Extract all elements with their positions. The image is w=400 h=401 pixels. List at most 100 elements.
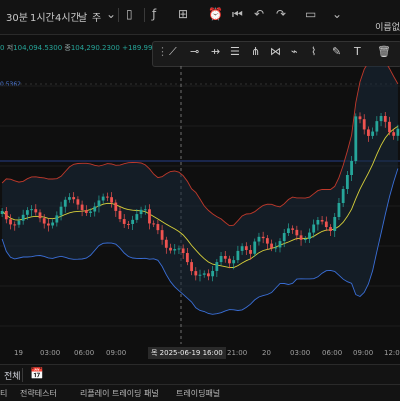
ohlc-prefix: 0: [0, 44, 5, 52]
candle-body: [392, 132, 396, 136]
drawing-toolbar: ⋮ ⟋ ⊸ ⇸ ☰ ⋔ ⋈ ⌁ ⌇ ✎ T 🗑: [152, 41, 400, 67]
candle-body: [257, 236, 261, 242]
candle-body: [190, 262, 193, 272]
divider: [144, 8, 145, 22]
tab-strategy-tester[interactable]: 전략테스터: [20, 388, 57, 399]
candle-body: [80, 204, 84, 211]
candle-body: [240, 246, 244, 251]
candle-body: [42, 218, 46, 224]
candle-body: [59, 206, 63, 216]
candle-body: [207, 273, 210, 277]
tab-partial[interactable]: 티: [0, 388, 7, 399]
fib-retracement-icon[interactable]: ☰: [230, 45, 240, 58]
price-chart[interactable]: [0, 66, 400, 344]
candle-body: [30, 209, 33, 211]
indicators-icon[interactable]: ƒ: [152, 7, 156, 21]
candle-body: [329, 227, 332, 231]
candle-body: [375, 121, 379, 132]
candle-body: [358, 116, 362, 120]
candle-body: [38, 212, 42, 219]
candle-body: [274, 247, 278, 249]
candle-body: [139, 209, 143, 215]
candle-body: [236, 250, 240, 261]
candle-body: [68, 197, 71, 200]
chevron-down-icon[interactable]: ⌄: [106, 7, 116, 21]
timeframe-week[interactable]: 주: [92, 9, 101, 24]
candle-body: [371, 131, 375, 136]
candle-body: [47, 223, 50, 226]
chevron-down-icon[interactable]: ⌄: [332, 7, 342, 21]
tab-trading-panel[interactable]: 트레이딩패널: [176, 388, 220, 399]
candle-body: [51, 222, 55, 226]
callout-icon[interactable]: ⌇: [311, 45, 316, 58]
time-tick-label: 12:00: [384, 349, 400, 357]
candle-body: [354, 116, 358, 161]
drag-handle-icon[interactable]: ⋮: [157, 45, 168, 58]
candle-body: [316, 220, 320, 225]
candle-body: [219, 256, 223, 263]
candle-body: [110, 197, 113, 203]
candle-body: [4, 211, 8, 220]
time-tick-label: 21:00: [227, 349, 248, 357]
replay-icon[interactable]: ⏮: [232, 7, 243, 22]
candle-body: [17, 220, 21, 225]
layout-name[interactable]: 이름없: [375, 20, 400, 33]
timeframe-day[interactable]: 날: [78, 9, 87, 24]
bottom-toolbar: 전체 📅: [0, 364, 400, 385]
candle-body: [278, 241, 282, 248]
undo-icon[interactable]: ↶: [254, 7, 264, 21]
candle-body: [135, 214, 139, 220]
pattern-icon[interactable]: ⋈: [270, 45, 281, 58]
candle-body: [202, 273, 206, 275]
candle-body: [118, 210, 122, 220]
candle-body: [261, 236, 265, 239]
pitchfork-icon[interactable]: ⋔: [251, 45, 260, 58]
alert-icon[interactable]: ⏰: [208, 7, 223, 21]
candle-body: [164, 239, 168, 248]
text-icon[interactable]: T: [354, 45, 361, 58]
candle-body: [249, 250, 252, 254]
candle-type-icon[interactable]: ▯: [126, 7, 133, 21]
candle-body: [282, 233, 286, 242]
candle-body: [345, 175, 349, 189]
calendar-icon[interactable]: 📅: [30, 367, 44, 380]
candle-body: [34, 209, 38, 213]
horizontal-ray-icon[interactable]: ⊸: [190, 45, 199, 58]
path-icon[interactable]: ⌁: [291, 45, 298, 58]
candle-body: [101, 196, 105, 201]
timeframe-30m[interactable]: 30분: [6, 9, 28, 24]
candle-body: [185, 253, 189, 263]
candle-body: [194, 271, 198, 276]
layout-icon[interactable]: ⊞: [178, 7, 188, 21]
candle-body: [333, 217, 337, 231]
candle-body: [244, 246, 248, 251]
range-all-button[interactable]: 전체: [4, 369, 21, 382]
trend-line-icon[interactable]: ⟋: [169, 45, 177, 59]
candle-body: [76, 199, 80, 205]
candle-body: [169, 247, 172, 251]
candle-body: [388, 121, 391, 133]
candle-body: [223, 256, 227, 259]
time-axis: 19 03:00 06:00 09:00 목 2025-06-19 16:00 21:00…: [0, 344, 400, 364]
candle-body: [383, 116, 387, 122]
brush-icon[interactable]: ✎: [332, 45, 341, 58]
candle-body: [232, 260, 236, 264]
delete-icon[interactable]: 🗑: [377, 45, 391, 58]
horizontal-line-icon[interactable]: ⇸: [211, 45, 220, 58]
candle-body: [215, 262, 219, 271]
candle-body: [63, 199, 67, 207]
tab-replay-trading[interactable]: 리플레이 트레이딩 패널: [80, 388, 159, 399]
timeframe-4h[interactable]: 4시간: [55, 9, 80, 24]
candle-body: [265, 238, 269, 244]
candle-body: [177, 248, 181, 250]
candle-body: [9, 219, 12, 225]
layout-grid-icon[interactable]: ▭: [305, 7, 316, 21]
timeframe-1h[interactable]: 1시간: [30, 9, 55, 24]
top-toolbar: 30분 1시간 4시간 날 주 ⌄ ▯ ƒ ⊞ ⏰ ⏮ ↶ ↷ ▭ ⌄ 이름없: [0, 0, 400, 35]
candle-body: [198, 274, 202, 276]
candle-body: [287, 228, 290, 234]
ohlc-readout: 0 저104,094.5300 종104,290.2300 +189.9900 …: [0, 43, 177, 53]
candle-body: [295, 229, 299, 236]
candle-body: [350, 161, 353, 175]
redo-icon[interactable]: ↷: [276, 7, 286, 21]
